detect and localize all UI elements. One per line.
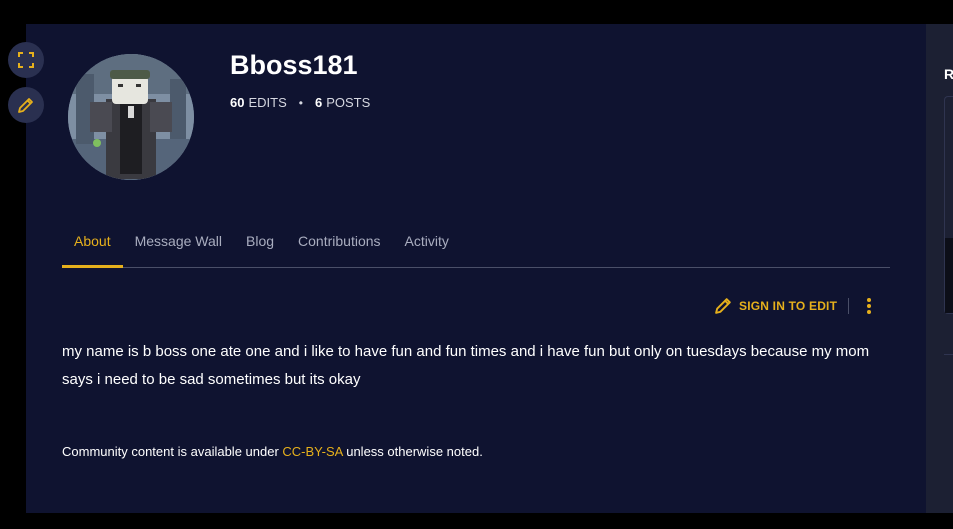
tab-blog[interactable]: Blog: [234, 225, 286, 268]
sign-in-to-edit-button[interactable]: SIGN IN TO EDIT: [714, 296, 837, 315]
rail-divider: [944, 354, 953, 355]
license-suffix: unless otherwise noted.: [342, 444, 483, 459]
tab-activity[interactable]: Activity: [393, 225, 461, 268]
posts-label: POSTS: [326, 95, 371, 110]
page-title: Bboss181: [230, 50, 358, 80]
edits-label: EDITS: [248, 95, 287, 110]
avatar: [68, 54, 194, 180]
rail-heading: R: [944, 66, 953, 82]
tab-contributions[interactable]: Contributions: [286, 225, 393, 268]
tab-about[interactable]: About: [62, 225, 123, 268]
tab-message-wall[interactable]: Message Wall: [123, 225, 234, 268]
profile-tabs: About Message Wall Blog Contributions Ac…: [62, 225, 890, 268]
pencil-icon: [715, 298, 731, 314]
license-prefix: Community content is available under: [62, 444, 283, 459]
bio-text: my name is b boss one ate one and i like…: [62, 343, 870, 388]
user-stats: 60 EDITS • 6 POSTS: [230, 95, 370, 110]
license-notice: Community content is available under CC-…: [62, 444, 483, 459]
pencil-icon: [18, 98, 33, 113]
edits-count: 60: [230, 95, 245, 110]
edit-button[interactable]: [8, 87, 44, 123]
toolbar-divider: [848, 298, 849, 314]
sign-in-label: SIGN IN TO EDIT: [739, 298, 838, 313]
rail-ad-slot: [945, 238, 953, 313]
license-link[interactable]: CC-BY-SA: [282, 444, 342, 459]
expand-button[interactable]: [8, 42, 44, 78]
more-vertical-icon: [867, 298, 871, 302]
right-rail: R: [926, 24, 953, 513]
stats-separator: •: [298, 95, 303, 110]
avatar-image: [68, 54, 194, 180]
posts-count: 6: [314, 95, 323, 110]
expand-icon: [18, 52, 34, 68]
more-options-button[interactable]: [862, 296, 876, 316]
